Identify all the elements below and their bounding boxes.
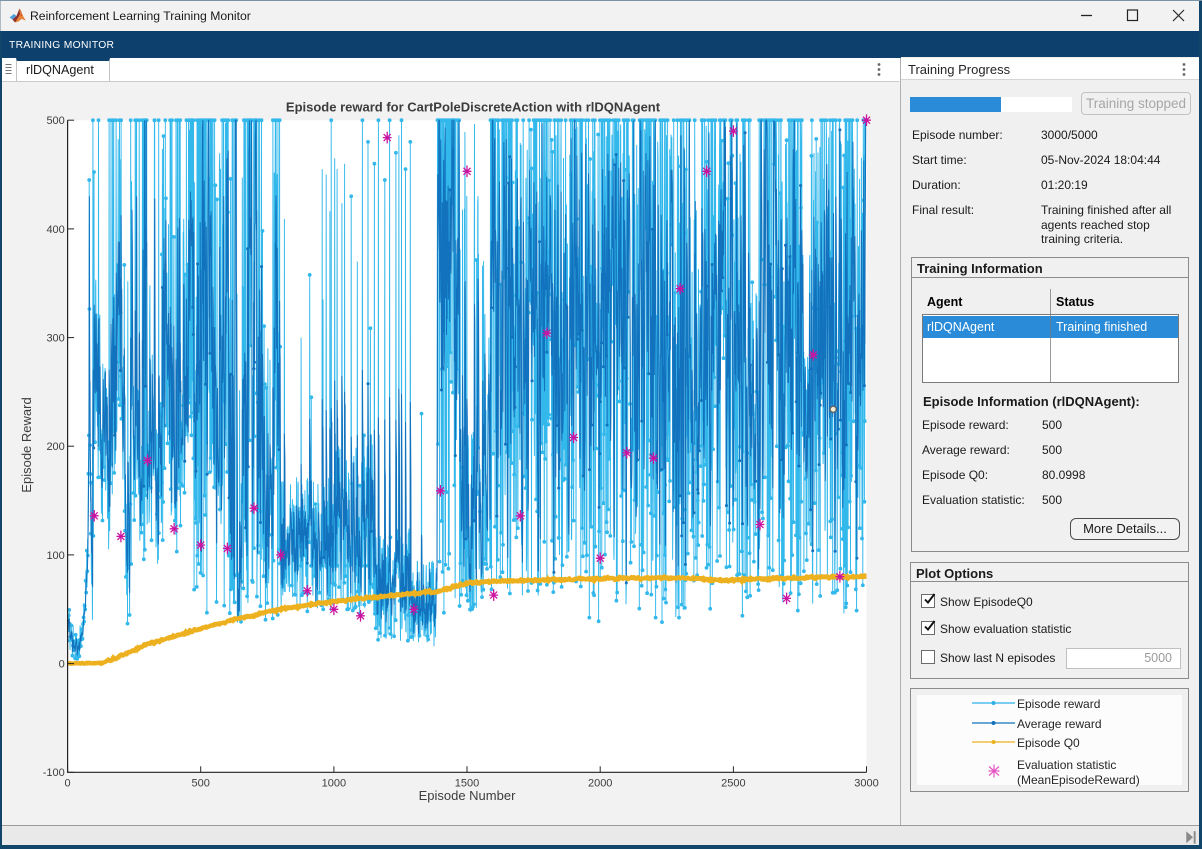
svg-text:Episode reward for CartPoleDis: Episode reward for CartPoleDiscreteActio… [286,99,661,114]
svg-text:1000: 1000 [322,777,346,789]
svg-text:100: 100 [46,550,64,562]
svg-text:200: 200 [46,441,64,453]
svg-text:3000: 3000 [854,777,878,789]
svg-text:Episode Number: Episode Number [419,788,516,803]
svg-text:500: 500 [46,115,64,127]
svg-text:500: 500 [192,777,210,789]
svg-text:0: 0 [65,777,71,789]
svg-text:300: 300 [46,333,64,345]
svg-text:-100: -100 [43,767,65,779]
svg-text:0: 0 [59,659,65,671]
svg-text:2500: 2500 [721,777,745,789]
svg-text:400: 400 [46,224,64,236]
svg-text:2000: 2000 [588,777,612,789]
svg-text:Episode Reward: Episode Reward [19,397,34,492]
